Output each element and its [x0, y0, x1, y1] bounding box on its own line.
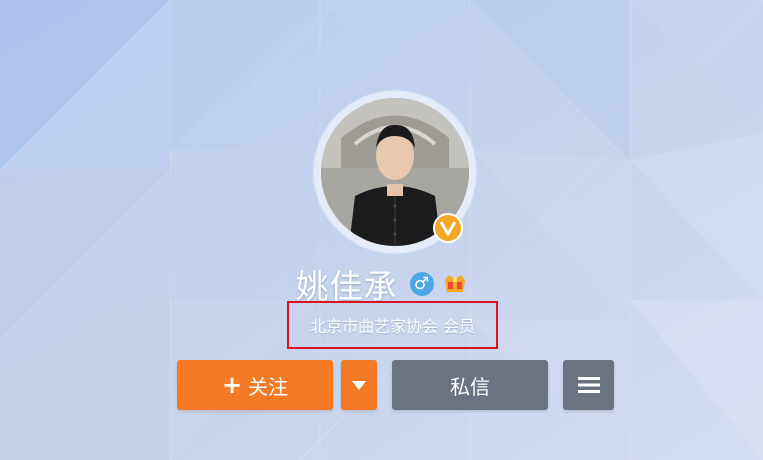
vip-level-icon[interactable]	[442, 272, 468, 296]
description-highlight-box: 北京市曲艺家协会 会员	[287, 301, 498, 349]
plus-icon: +	[221, 371, 243, 399]
message-button[interactable]: 私信	[392, 360, 548, 410]
male-gender-icon: ♂	[409, 272, 434, 296]
hamburger-menu-icon	[577, 377, 600, 393]
follow-button[interactable]: + 关注	[177, 360, 333, 410]
verified-badge-icon	[433, 213, 463, 243]
profile-description: 北京市曲艺家协会 会员	[309, 317, 476, 336]
name-row: 姚佳承 ♂	[0, 262, 763, 306]
follow-dropdown-button[interactable]	[341, 360, 377, 410]
follow-button-label: 关注	[248, 374, 289, 399]
more-menu-button[interactable]	[563, 360, 614, 410]
message-button-label: 私信	[450, 374, 490, 399]
caret-down-icon	[352, 380, 366, 390]
